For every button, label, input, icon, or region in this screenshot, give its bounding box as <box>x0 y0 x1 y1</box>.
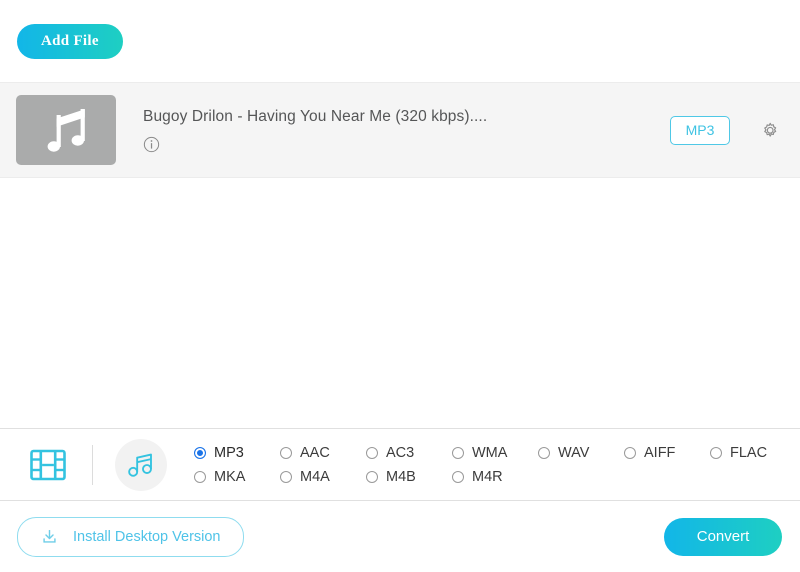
format-option-m4b[interactable]: M4B <box>366 469 452 485</box>
film-strip-icon <box>28 447 68 483</box>
tab-audio[interactable] <box>115 439 167 491</box>
format-option-wav[interactable]: WAV <box>538 445 624 461</box>
file-info: Bugoy Drilon - Having You Near Me (320 k… <box>116 108 670 153</box>
format-option-label: M4B <box>386 469 416 485</box>
radio-indicator <box>194 471 206 483</box>
format-option-aac[interactable]: AAC <box>280 445 366 461</box>
music-note-icon <box>126 451 156 479</box>
format-radio-group: MP3 AAC AC3 WMA WAV <box>194 445 800 485</box>
format-option-ac3[interactable]: AC3 <box>366 445 452 461</box>
install-desktop-version-button[interactable]: Install Desktop Version <box>17 517 244 557</box>
format-option-label: AIFF <box>644 445 675 461</box>
convert-button[interactable]: Convert <box>664 518 782 556</box>
download-icon <box>40 527 59 546</box>
format-option-m4r[interactable]: M4R <box>452 469 538 485</box>
radio-indicator <box>538 447 550 459</box>
format-option-label: M4R <box>472 469 503 485</box>
format-radio-row: MKA M4A M4B M4R <box>194 469 800 485</box>
radio-indicator <box>280 447 292 459</box>
format-option-label: WAV <box>558 445 589 461</box>
file-list-item[interactable]: Bugoy Drilon - Having You Near Me (320 k… <box>0 82 800 178</box>
bottom-action-bar: Install Desktop Version Convert <box>0 500 800 572</box>
gear-icon <box>759 119 781 141</box>
format-option-label: M4A <box>300 469 330 485</box>
file-format-badge[interactable]: MP3 <box>670 116 730 145</box>
radio-indicator <box>366 447 378 459</box>
radio-indicator <box>710 447 722 459</box>
file-thumbnail <box>16 95 116 165</box>
radio-indicator <box>280 471 292 483</box>
format-option-mp3[interactable]: MP3 <box>194 445 280 461</box>
add-file-button[interactable]: Add File <box>17 24 123 59</box>
radio-indicator <box>452 447 464 459</box>
tab-video[interactable] <box>26 443 70 487</box>
file-name: Bugoy Drilon - Having You Near Me (320 k… <box>143 108 670 126</box>
format-option-label: AC3 <box>386 445 414 461</box>
music-note-icon <box>40 107 92 153</box>
format-option-label: FLAC <box>730 445 767 461</box>
info-icon[interactable] <box>143 136 160 153</box>
file-list: Bugoy Drilon - Having You Near Me (320 k… <box>0 82 800 428</box>
tab-divider <box>92 445 93 485</box>
format-option-label: MKA <box>214 469 245 485</box>
audio-converter-app: Add File Bugoy Drilon - Having You Near … <box>0 0 800 572</box>
toolbar: Add File <box>0 0 800 82</box>
format-option-wma[interactable]: WMA <box>452 445 538 461</box>
radio-indicator <box>194 447 206 459</box>
format-option-flac[interactable]: FLAC <box>710 445 796 461</box>
file-settings-button[interactable] <box>758 118 782 142</box>
radio-indicator <box>624 447 636 459</box>
format-option-label: AAC <box>300 445 330 461</box>
format-radio-row: MP3 AAC AC3 WMA WAV <box>194 445 800 461</box>
install-desktop-version-label: Install Desktop Version <box>73 529 221 545</box>
radio-indicator <box>452 471 464 483</box>
format-option-m4a[interactable]: M4A <box>280 469 366 485</box>
format-option-label: WMA <box>472 445 507 461</box>
format-option-aiff[interactable]: AIFF <box>624 445 710 461</box>
format-selection-bar: MP3 AAC AC3 WMA WAV <box>0 428 800 500</box>
radio-indicator <box>366 471 378 483</box>
format-option-label: MP3 <box>214 445 244 461</box>
format-option-mka[interactable]: MKA <box>194 469 280 485</box>
